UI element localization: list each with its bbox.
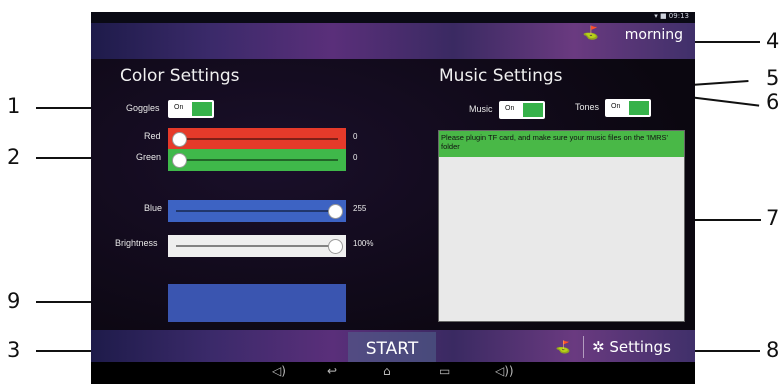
slider-thumb[interactable] [328, 204, 343, 219]
callout-7: 7 [766, 206, 780, 230]
goggles-label: Goggles [126, 103, 160, 113]
slider-thumb[interactable] [328, 239, 343, 254]
toggle-knob [629, 101, 649, 115]
goggles-toggle[interactable]: On [168, 100, 214, 118]
red-label: Red [144, 131, 161, 141]
sunrise-icon: ⛳ [555, 340, 571, 354]
red-value: 0 [353, 132, 358, 141]
volume-up-icon[interactable]: ◁)) [495, 364, 514, 378]
green-value: 0 [353, 153, 358, 162]
color-preview [168, 284, 346, 322]
gear-icon: ✲ [592, 338, 605, 356]
profile-button[interactable]: ⛳ [543, 332, 583, 360]
callout-9: 9 [7, 289, 21, 313]
music-toggle[interactable]: On [499, 101, 545, 119]
brightness-label: Brightness [115, 238, 158, 248]
status-clock: ▾ ■ 09:13 [654, 12, 689, 20]
callout-4: 4 [766, 29, 780, 53]
color-settings-title: Color Settings [120, 66, 240, 86]
green-slider[interactable] [168, 149, 346, 171]
toggle-knob [192, 102, 212, 116]
android-nav-bar: ◁) ↩ ⌂ ▭ ◁)) [91, 362, 695, 384]
blue-label: Blue [144, 203, 163, 213]
blue-slider[interactable] [168, 200, 346, 222]
goggles-toggle-text: On [174, 104, 184, 111]
recents-icon[interactable]: ▭ [439, 364, 450, 378]
music-toggle-text: On [505, 105, 515, 112]
slider-thumb[interactable] [172, 153, 187, 168]
callout-6: 6 [766, 90, 780, 114]
status-bar: ▾ ■ 09:13 [91, 12, 695, 23]
music-label: Music [469, 104, 493, 114]
slider-thumb[interactable] [172, 132, 187, 147]
blue-value: 255 [353, 204, 367, 213]
device-screen: ▾ ■ 09:13 ⛳ morning Color Settings Goggl… [91, 12, 695, 384]
profile-label[interactable]: morning [625, 27, 683, 43]
top-band [91, 23, 695, 59]
home-icon[interactable]: ⌂ [383, 364, 391, 378]
callout-8: 8 [766, 338, 780, 362]
music-file-list[interactable]: Please plugin TF card, and make sure you… [438, 130, 685, 322]
tones-toggle-text: On [611, 103, 621, 110]
volume-down-icon[interactable]: ◁) [272, 364, 286, 378]
sunrise-icon[interactable]: ⛳ [583, 26, 599, 41]
brightness-value: 100% [353, 239, 374, 248]
back-icon[interactable]: ↩ [327, 364, 337, 378]
callout-2: 2 [7, 145, 21, 169]
divider [583, 336, 584, 358]
settings-label: Settings [609, 338, 671, 356]
brightness-slider[interactable] [168, 235, 346, 257]
tones-label: Tones [575, 102, 600, 112]
callout-5: 5 [766, 66, 780, 90]
callout-3: 3 [7, 338, 21, 362]
tones-toggle[interactable]: On [605, 99, 651, 117]
toggle-knob [523, 103, 543, 117]
red-slider[interactable] [168, 128, 346, 150]
music-settings-title: Music Settings [439, 66, 563, 86]
music-message: Please plugin TF card, and make sure you… [439, 131, 684, 157]
start-button[interactable]: START [348, 332, 436, 362]
settings-button[interactable]: ✲ Settings [588, 332, 695, 360]
callout-1: 1 [7, 94, 21, 118]
green-label: Green [136, 152, 162, 162]
